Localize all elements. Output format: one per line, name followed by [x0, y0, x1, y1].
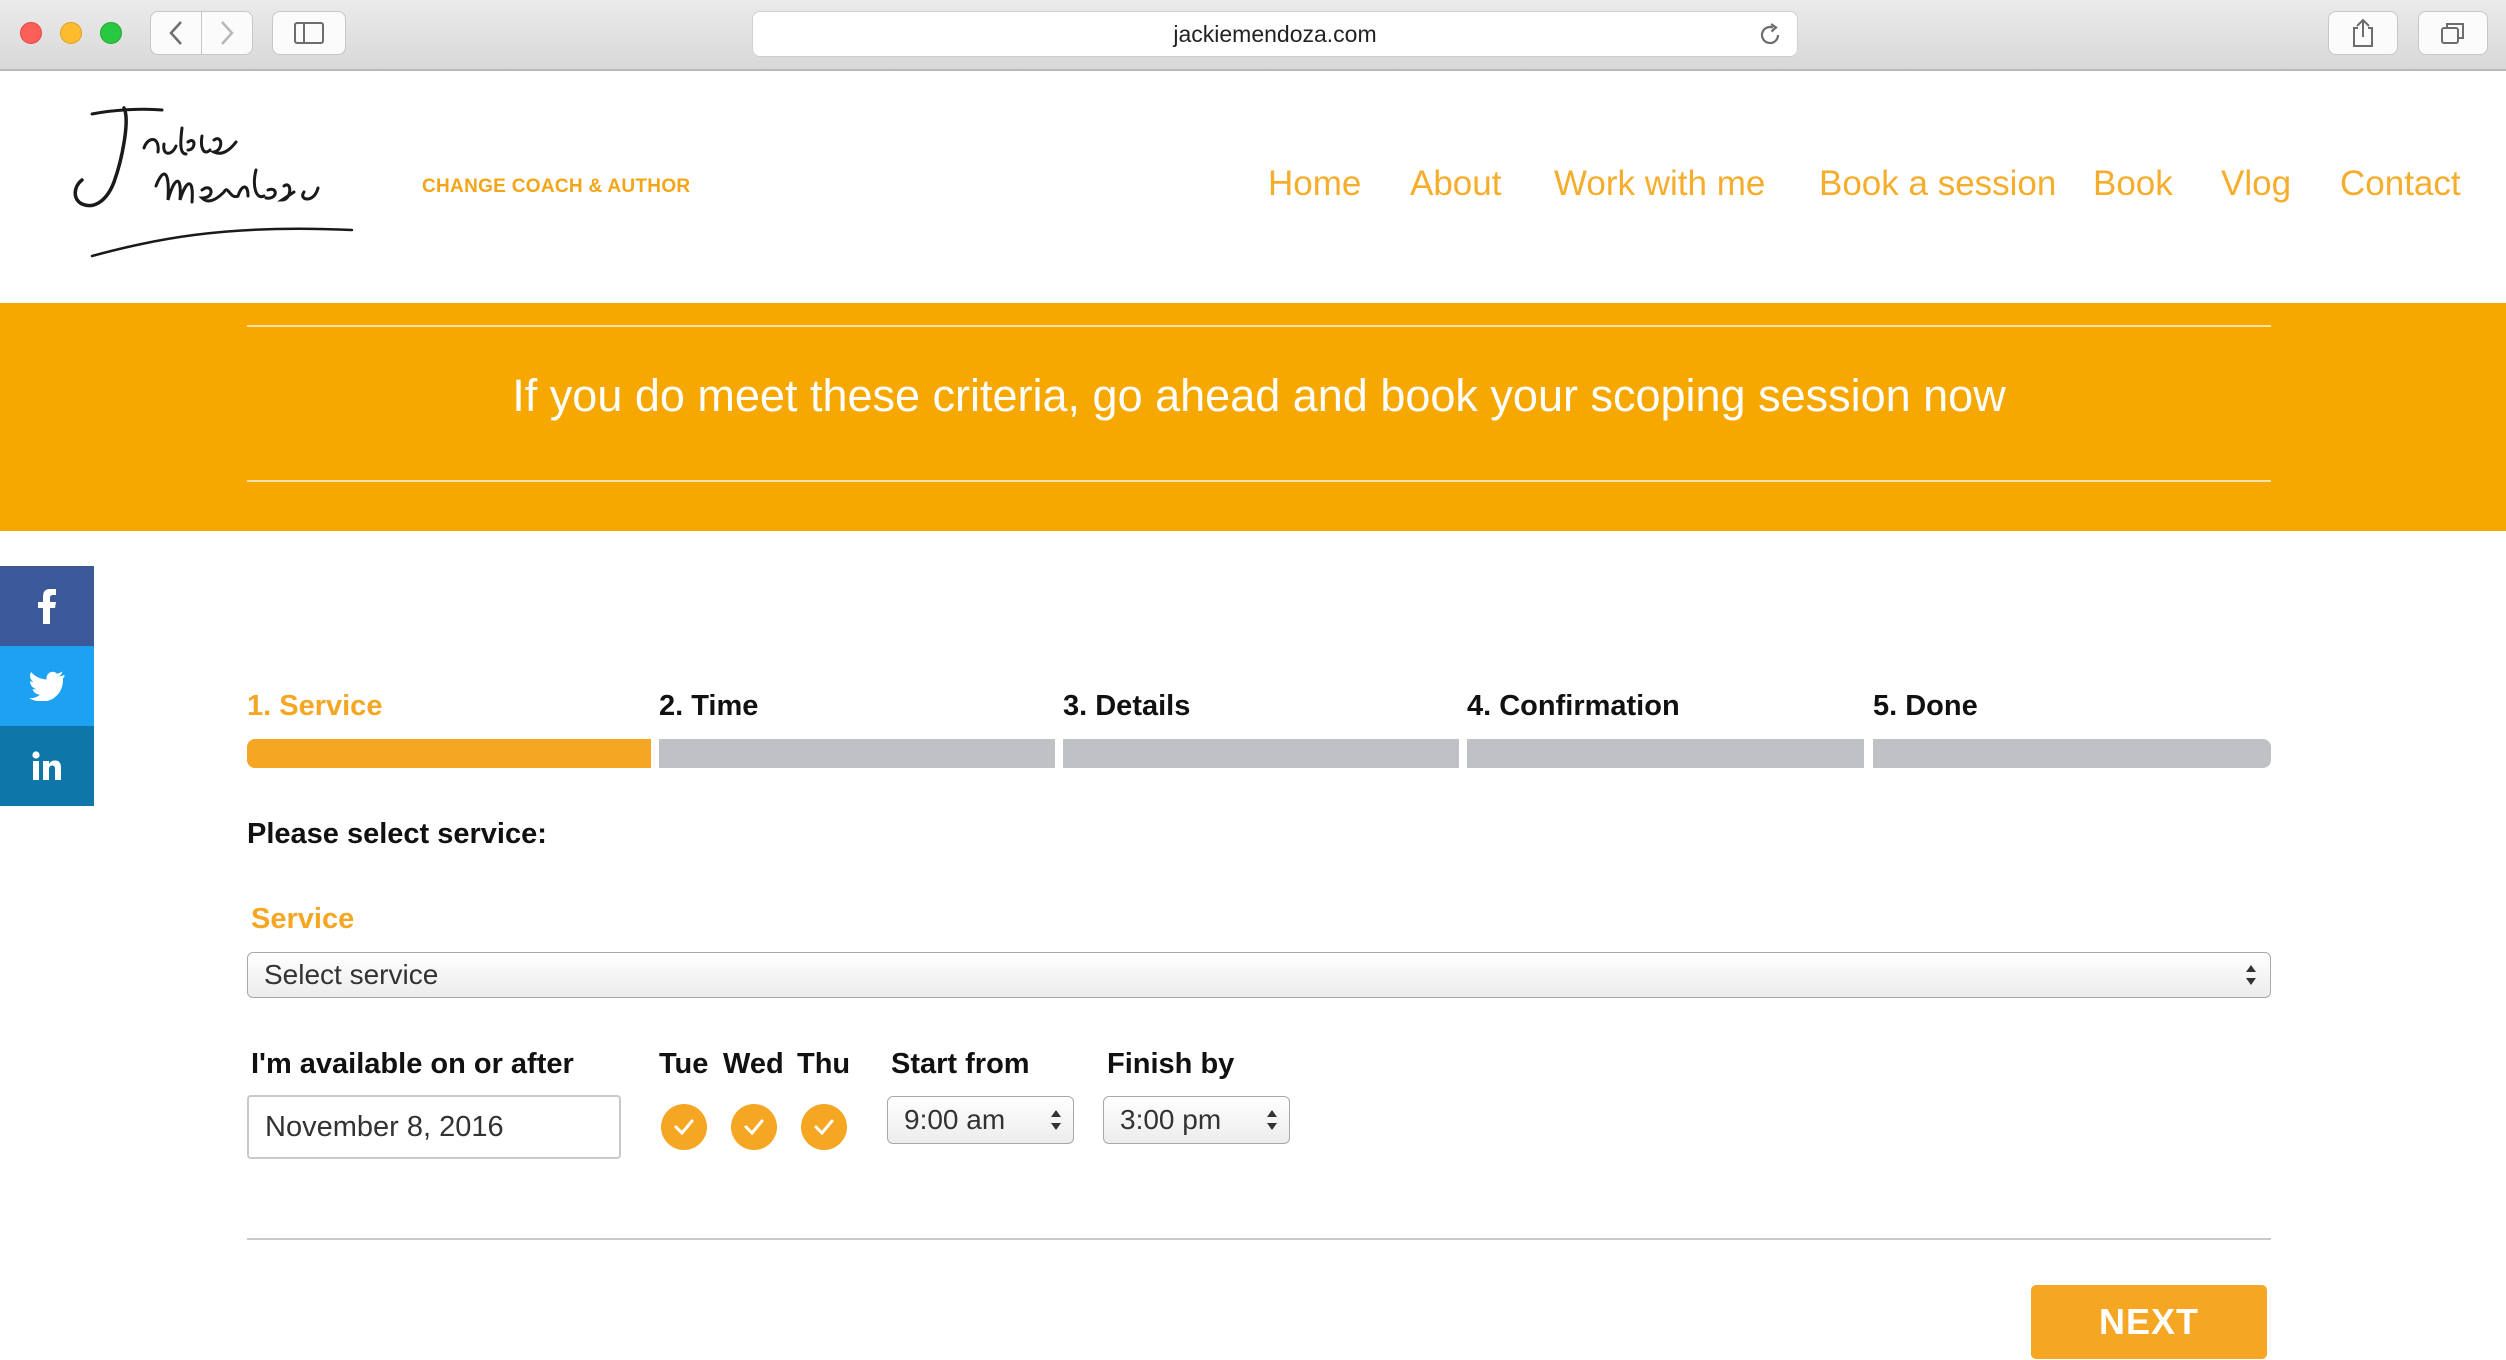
chevron-left-icon: [169, 21, 182, 45]
url-text: jackiemendoza.com: [1173, 20, 1377, 47]
minimize-window-button[interactable]: [60, 22, 82, 44]
day-wed-label: Wed: [723, 1048, 784, 1080]
banner-top-rule: [247, 325, 2271, 327]
service-select-value: Select service: [264, 959, 439, 990]
twitter-share-button[interactable]: [0, 646, 94, 726]
browser-toolbar: jackiemendoza.com: [0, 0, 2506, 71]
forward-button[interactable]: [201, 11, 253, 55]
twitter-icon: [29, 671, 65, 701]
step-confirmation-progress: [1467, 739, 1864, 768]
step-service-progress: [247, 739, 651, 768]
nav-vlog[interactable]: Vlog: [2221, 164, 2291, 204]
banner-text: If you do meet these criteria, go ahead …: [512, 370, 2006, 421]
share-icon: [2353, 18, 2373, 47]
step-time-progress: [659, 739, 1055, 768]
step-details-label: 3. Details: [1063, 690, 1191, 722]
nav-contact[interactable]: Contact: [2340, 164, 2461, 204]
start-time-select[interactable]: 9:00 am: [887, 1096, 1074, 1144]
back-button[interactable]: [150, 11, 202, 55]
start-time-value: 9:00 am: [904, 1104, 1006, 1135]
address-bar[interactable]: jackiemendoza.com: [752, 11, 1798, 57]
nav-home[interactable]: Home: [1268, 164, 1361, 204]
select-arrows-icon: [2246, 965, 2256, 985]
checkmark-icon: [744, 1119, 764, 1136]
banner-bottom-rule: [247, 480, 2271, 482]
share-button[interactable]: [2328, 11, 2398, 55]
sidebar-toggle-button[interactable]: [272, 11, 346, 55]
next-button[interactable]: NEXT: [2031, 1285, 2267, 1359]
nav-work-with-me[interactable]: Work with me: [1554, 164, 1765, 204]
step-time-label: 2. Time: [659, 690, 759, 722]
step-service-label: 1. Service: [247, 690, 383, 722]
show-tabs-button[interactable]: [2418, 11, 2488, 55]
day-tue-checkbox[interactable]: [661, 1104, 707, 1150]
sidebar-icon: [294, 22, 324, 44]
day-thu-label: Thu: [797, 1048, 851, 1080]
step-details-progress: [1063, 739, 1459, 768]
checkmark-icon: [814, 1119, 834, 1136]
tabs-icon: [2441, 23, 2464, 44]
available-date-label: I'm available on or after: [251, 1048, 574, 1080]
linkedin-share-button[interactable]: [0, 726, 94, 806]
linkedin-icon: [32, 751, 61, 780]
select-arrows-icon: [1267, 1110, 1277, 1130]
chevron-right-icon: [221, 21, 234, 45]
site-logo[interactable]: [52, 100, 412, 280]
available-date-input[interactable]: November 8, 2016: [247, 1095, 621, 1159]
service-field-label: Service: [251, 903, 355, 935]
step-done-progress: [1873, 739, 2271, 768]
facebook-icon: [38, 589, 56, 624]
nav-about[interactable]: About: [1410, 164, 1501, 204]
close-window-button[interactable]: [20, 22, 42, 44]
hero-banner: If you do meet these criteria, go ahead …: [0, 303, 2506, 531]
finish-time-label: Finish by: [1107, 1048, 1235, 1080]
nav-book-a-session[interactable]: Book a session: [1819, 164, 2056, 204]
site-tagline: CHANGE COACH & AUTHOR: [422, 176, 691, 197]
service-select[interactable]: Select service: [247, 952, 2271, 998]
day-wed-checkbox[interactable]: [731, 1104, 777, 1150]
available-date-value: November 8, 2016: [265, 1110, 504, 1143]
step-done-label: 5. Done: [1873, 690, 1978, 722]
facebook-share-button[interactable]: [0, 566, 94, 646]
step-confirmation-label: 4. Confirmation: [1467, 690, 1680, 722]
finish-time-select[interactable]: 3:00 pm: [1103, 1096, 1290, 1144]
finish-time-value: 3:00 pm: [1120, 1104, 1222, 1135]
form-divider: [247, 1238, 2271, 1240]
select-arrows-icon: [1051, 1110, 1061, 1130]
nav-book[interactable]: Book: [2093, 164, 2173, 204]
day-thu-checkbox[interactable]: [801, 1104, 847, 1150]
select-service-heading: Please select service:: [247, 818, 547, 850]
day-tue-label: Tue: [659, 1048, 709, 1080]
checkmark-icon: [674, 1119, 694, 1136]
zoom-window-button[interactable]: [100, 22, 122, 44]
reload-icon[interactable]: [1757, 22, 1783, 48]
start-time-label: Start from: [891, 1048, 1030, 1080]
